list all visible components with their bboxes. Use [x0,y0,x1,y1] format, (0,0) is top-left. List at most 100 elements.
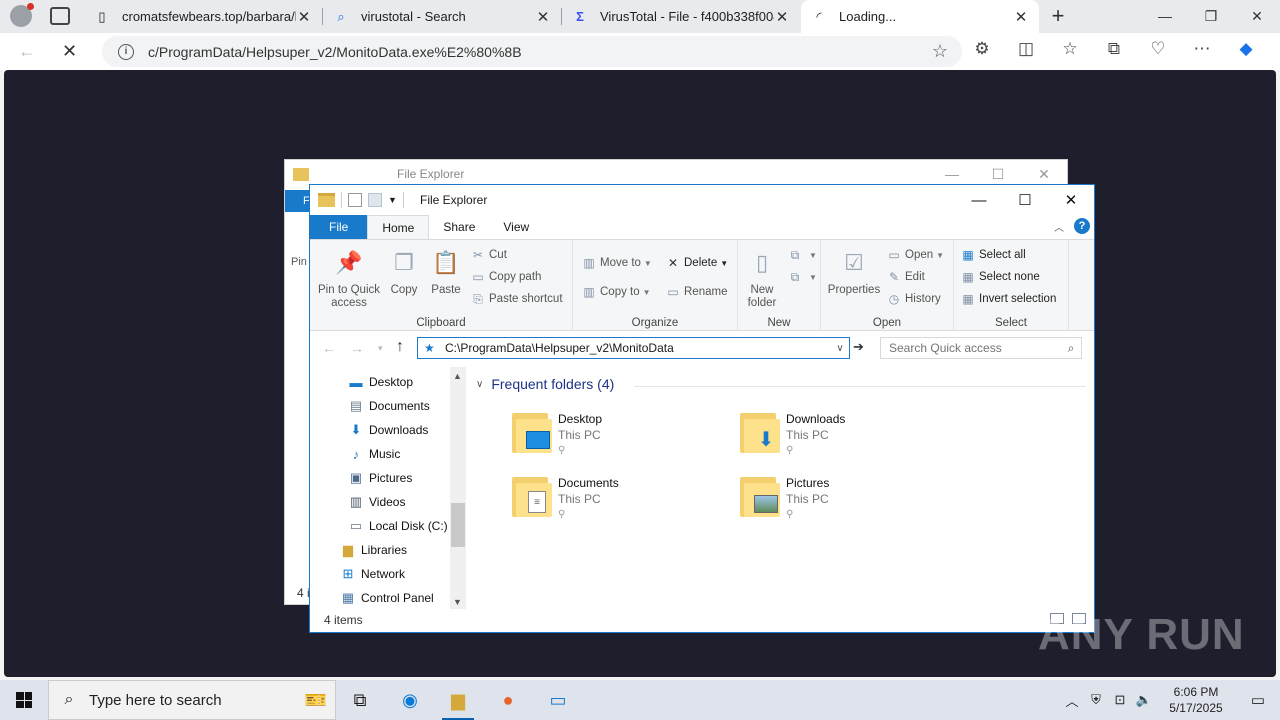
chevron-up-icon[interactable]: ︿ [1060,691,1084,710]
nav-item-libraries[interactable]: ▆ Libraries [340,542,407,558]
select-all-button[interactable]: ▦ Select all [961,248,1025,262]
tab-close-icon[interactable]: ✕ [296,8,312,26]
go-arrow-icon[interactable]: ➔ [853,339,864,355]
nav-item-music[interactable]: ♪ Music [348,446,401,462]
file-explorer-taskbar-icon[interactable]: ▆ [434,680,482,720]
search-box[interactable]: ⌕ [880,337,1082,359]
new-folder-qat-icon[interactable] [368,193,382,207]
taskbar-search-box[interactable]: ⌕ Type here to search 🎫 [48,680,336,720]
tab-share[interactable]: Share [429,215,489,239]
edit-button[interactable]: ✎ Edit [887,270,925,284]
security-icon[interactable]: ⛨ [1084,692,1108,708]
forward-arrow-icon[interactable]: → [350,340,364,356]
minimize-icon[interactable]: — [1142,0,1188,32]
frequent-folders-header[interactable]: ∨ Frequent folders (4) [476,376,614,392]
copy-button[interactable]: ❐ Copy [386,246,422,297]
search-input[interactable] [889,341,1061,355]
address-path-box[interactable]: ★ C:\ProgramData\Helpsuper_v2\MonitoData… [417,337,850,359]
tab-file[interactable]: File [310,215,368,239]
scroll-thumb[interactable] [451,503,465,547]
maximize-icon[interactable]: ☐ [1002,185,1048,215]
nav-item-pictures[interactable]: ▣ Pictures [348,470,413,486]
easy-access-button[interactable]: ⧉ ▼ [788,270,817,284]
network-icon[interactable]: ⊡ [1108,692,1132,708]
move-to-button[interactable]: ▥ Move to ▼ [582,256,652,270]
collapse-ribbon-icon[interactable]: ︿ [1054,219,1064,234]
invert-selection-button[interactable]: ▦ Invert selection [961,292,1056,306]
nav-item-desktop[interactable]: ▬ Desktop [348,374,414,390]
nav-scrollbar[interactable]: ▲ ▼ [450,367,466,609]
favorites-icon[interactable]: ☆ [1048,39,1092,59]
folder-tile-documents[interactable]: ≡ Documents This PC ⚲ [512,475,619,523]
collections-icon[interactable]: ⧉ [1092,39,1136,59]
help-icon[interactable]: ? [1074,218,1090,234]
scroll-down-icon[interactable]: ▼ [453,597,462,607]
more-options-icon[interactable]: ⋯ [1180,39,1224,59]
folder-tile-pictures[interactable]: Pictures This PC ⚲ [740,475,829,523]
copilot-icon[interactable]: ◆ [1224,39,1268,59]
start-button[interactable] [0,680,48,720]
tab-close-icon[interactable]: ✕ [535,8,551,26]
paste-shortcut-button[interactable]: ⎘ Paste shortcut [471,292,562,306]
edge-browser-icon[interactable]: ◉ [386,680,434,720]
new-folder-button[interactable]: ▯ New folder [742,246,782,310]
copy-path-button[interactable]: ▭ Copy path [471,270,541,284]
close-icon[interactable]: ✕ [1234,0,1280,32]
back-arrow-icon[interactable]: ← [18,41,36,62]
task-view-icon[interactable]: ⧉ [336,680,384,720]
copy-to-button[interactable]: ▥ Copy to ▼ [582,285,650,299]
folder-tile-downloads[interactable]: ⬇ Downloads This PC ⚲ [740,411,845,459]
volume-icon[interactable]: 🔈 [1132,692,1156,708]
address-path-text[interactable]: C:\ProgramData\Helpsuper_v2\MonitoData [445,341,831,355]
app-window-icon[interactable]: ▭ [534,680,582,720]
site-info-icon[interactable]: i [118,43,134,60]
search-icon[interactable]: ⌕ [1061,341,1081,356]
close-icon[interactable]: ✕ [1048,185,1094,215]
select-none-button[interactable]: ▦ Select none [961,270,1039,284]
tab-close-icon[interactable]: ✕ [1013,8,1029,26]
extensions-icon[interactable]: ⚙ [960,39,1004,59]
taskbar-search-placeholder[interactable]: Type here to search [89,692,265,709]
nav-item-documents[interactable]: ▤ Documents [348,398,430,414]
nav-item-videos[interactable]: ▥ Videos [348,494,406,510]
tab-home[interactable]: Home [367,215,430,239]
rename-button[interactable]: ▭ Rename [666,285,727,299]
nav-item-network[interactable]: ⊞ Network [340,566,405,582]
browser-tab-2[interactable]: ⌕ virustotal - Search ✕ [323,0,561,33]
properties-button[interactable]: ☑ Properties [825,246,883,297]
address-bar[interactable]: i c/ProgramData/Helpsuper_v2/MonitoData.… [102,36,962,67]
delete-button[interactable]: ✕ Delete ▼ [666,256,728,270]
profile-avatar-icon[interactable] [10,3,34,27]
open-button[interactable]: ▭ Open ▼ [887,248,944,262]
folder-tile-desktop[interactable]: Desktop This PC ⚲ [512,411,602,459]
scroll-up-icon[interactable]: ▲ [453,371,462,381]
restore-icon[interactable]: ❐ [1188,0,1234,32]
stop-loading-icon[interactable]: ✕ [62,41,77,62]
up-arrow-icon[interactable]: ↑ [396,338,404,356]
browser-tab-3[interactable]: Σ VirusTotal - File - f400b338f00434 ✕ [562,0,800,33]
nav-item-local-disk[interactable]: ▭ Local Disk (C:) [348,518,448,534]
nav-item-control-panel[interactable]: ▦ Control Panel [340,590,434,606]
browser-essentials-icon[interactable]: ♡ [1136,39,1180,59]
properties-qat-icon[interactable] [348,193,362,207]
recent-locations-icon[interactable]: ▾ [378,343,383,356]
customize-qat-icon[interactable]: ▼ [388,195,397,205]
clock[interactable]: 6:06 PM 5/17/2025 [1156,684,1236,716]
chevron-down-icon[interactable]: ∨ [831,343,849,354]
pin-to-quick-access-button[interactable]: 📌 Pin to Quick access [316,246,382,310]
url-text[interactable]: c/ProgramData/Helpsuper_v2/MonitoData.ex… [148,44,932,60]
favorite-star-icon[interactable]: ☆ [932,41,948,62]
paste-button[interactable]: 📋 Paste [428,246,464,297]
history-button[interactable]: ◷ History [887,292,941,306]
tab-actions-icon[interactable] [50,7,70,25]
tab-close-icon[interactable]: ✕ [774,8,790,26]
back-arrow-icon[interactable]: ← [322,340,336,356]
firefox-icon[interactable]: ● [484,680,532,720]
notifications-icon[interactable]: ▭ [1236,691,1280,709]
browser-tab-active[interactable]: ◜ Loading... ✕ [801,0,1039,33]
browser-tab-1[interactable]: ▯ cromatsfewbears.top/barbara/be ✕ [84,0,322,33]
cut-button[interactable]: ✂ Cut [471,248,507,262]
minimize-icon[interactable]: — [956,185,1002,215]
tab-view[interactable]: View [489,215,543,239]
new-tab-button[interactable]: + [1047,3,1069,29]
